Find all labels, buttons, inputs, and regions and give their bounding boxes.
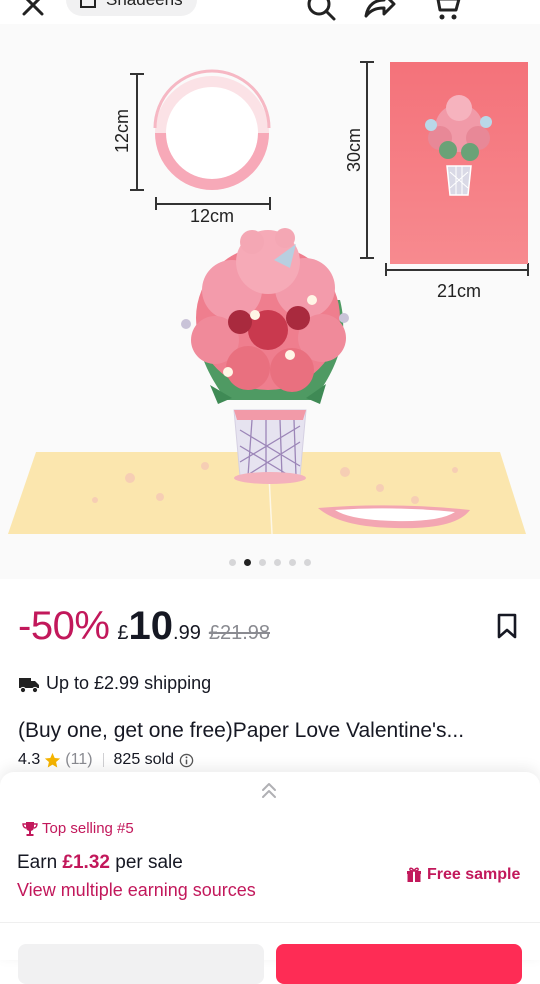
rating-row[interactable]: 4.3 (11) 825 sold <box>18 751 194 769</box>
card-height-label: 30cm <box>344 128 364 172</box>
round-width-label: 12cm <box>190 206 234 226</box>
shop-name: Shadeens <box>106 0 183 10</box>
product-image-gallery[interactable]: 12cm 12cm 30cm 21cm <box>0 24 540 579</box>
gift-icon <box>407 867 421 882</box>
primary-action-button[interactable] <box>276 944 522 984</box>
share-icon[interactable] <box>362 0 396 22</box>
cart-icon[interactable] <box>430 0 462 22</box>
bouquet <box>181 228 349 404</box>
price-integer: 10 <box>128 604 174 648</box>
divider <box>102 753 104 767</box>
info-icon[interactable] <box>179 753 194 768</box>
shipping-text: Up to £2.99 shipping <box>46 673 212 693</box>
earn-amount: £1.32 <box>62 852 110 873</box>
top-bar: Shadeens <box>0 0 540 24</box>
top-selling-text: Top selling #5 <box>42 820 134 837</box>
shop-chip[interactable]: Shadeens <box>66 0 197 16</box>
top-selling-badge: Top selling #5 <box>22 820 134 837</box>
page-dot[interactable] <box>304 559 311 566</box>
product-title[interactable]: (Buy one, get one free)Paper Love Valent… <box>18 719 464 743</box>
page-dot[interactable] <box>274 559 281 566</box>
free-sample-button[interactable]: Free sample <box>406 866 520 884</box>
trophy-icon <box>22 821 38 836</box>
product-image: 12cm 12cm 30cm 21cm <box>8 61 529 535</box>
page-dot-active[interactable] <box>244 559 251 566</box>
page-dot[interactable] <box>229 559 236 566</box>
free-sample-label: Free sample <box>427 866 521 883</box>
earn-suffix: per sale <box>115 852 183 873</box>
price-currency: £ <box>117 622 129 644</box>
sheet-divider <box>0 922 540 923</box>
shipping-info[interactable]: Up to £2.99 shipping <box>18 673 211 694</box>
truck-icon <box>19 677 39 693</box>
review-count: (11) <box>65 751 93 768</box>
earn-prefix: Earn <box>17 852 58 873</box>
discount-badge: -50% <box>18 604 110 648</box>
rating-value: 4.3 <box>18 751 41 768</box>
gallery-pagination <box>0 559 540 566</box>
bookmark-icon[interactable] <box>495 612 519 640</box>
affiliate-sheet: Top selling #5 Earn £1.32 per sale View … <box>0 772 540 984</box>
price-row: -50% £ 10 .99 £21.98 <box>18 604 270 649</box>
round-height-label: 12cm <box>112 109 132 153</box>
chevron-up-icon[interactable] <box>258 780 280 802</box>
view-earning-sources-link[interactable]: View multiple earning sources <box>17 880 256 901</box>
secondary-action-button[interactable] <box>18 944 264 984</box>
earn-per-sale: Earn £1.32 per sale <box>17 852 183 874</box>
page-dot[interactable] <box>259 559 266 566</box>
search-icon[interactable] <box>305 0 337 22</box>
close-icon[interactable] <box>18 0 48 20</box>
price-decimal: .99 <box>173 622 201 644</box>
star-icon <box>45 752 61 767</box>
sold-count: 825 sold <box>113 751 175 768</box>
original-price: £21.98 <box>208 622 270 644</box>
card-width-label: 21cm <box>437 281 481 301</box>
page-dot[interactable] <box>289 559 296 566</box>
shop-icon <box>80 0 96 8</box>
